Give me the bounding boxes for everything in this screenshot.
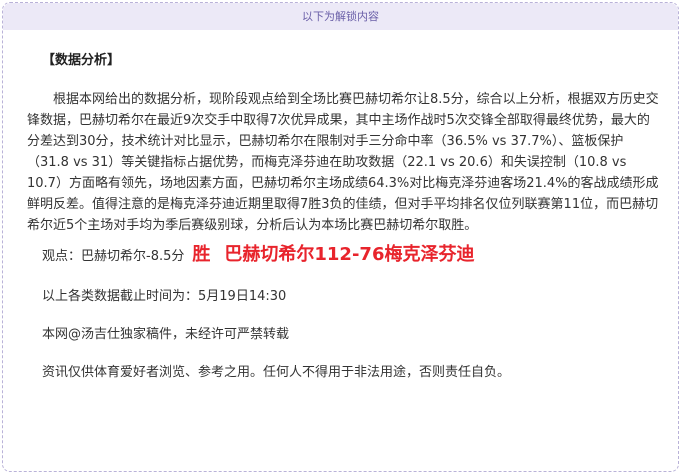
article-content: 【数据分析】 根据本网给出的数据分析，现阶段观点给到全场比赛巴赫切希尔让8.5分… [27,50,662,400]
result-win: 胜 [192,244,211,265]
data-cutoff: 以上各类数据截止时间为：5月19日14:30 [42,289,287,304]
viewpoint-row: 观点：巴赫切希尔-8.5分 胜巴赫切希尔112-76梅克泽芬迪 [42,244,662,274]
disclaimer: 资讯仅供体育爱好者浏览、参考之用。任何人不得用于非法用途，否则责任自负。 [42,365,511,380]
result-text: 胜巴赫切希尔112-76梅克泽芬迪 [192,244,474,265]
result-score: 巴赫切希尔112-76梅克泽芬迪 [224,244,475,265]
section-title: 【数据分析】 [42,53,121,68]
copyright-notice: 本网@汤吉仕独家稿件，未经许可严禁转载 [42,327,290,342]
unlock-header: 以下为解锁内容 [3,3,678,30]
viewpoint-label: 观点：巴赫切希尔-8.5分 [42,249,185,264]
analysis-paragraph: 根据本网给出的数据分析，现阶段观点给到全场比赛巴赫切希尔让8.5分，综合以上分析… [27,92,659,233]
